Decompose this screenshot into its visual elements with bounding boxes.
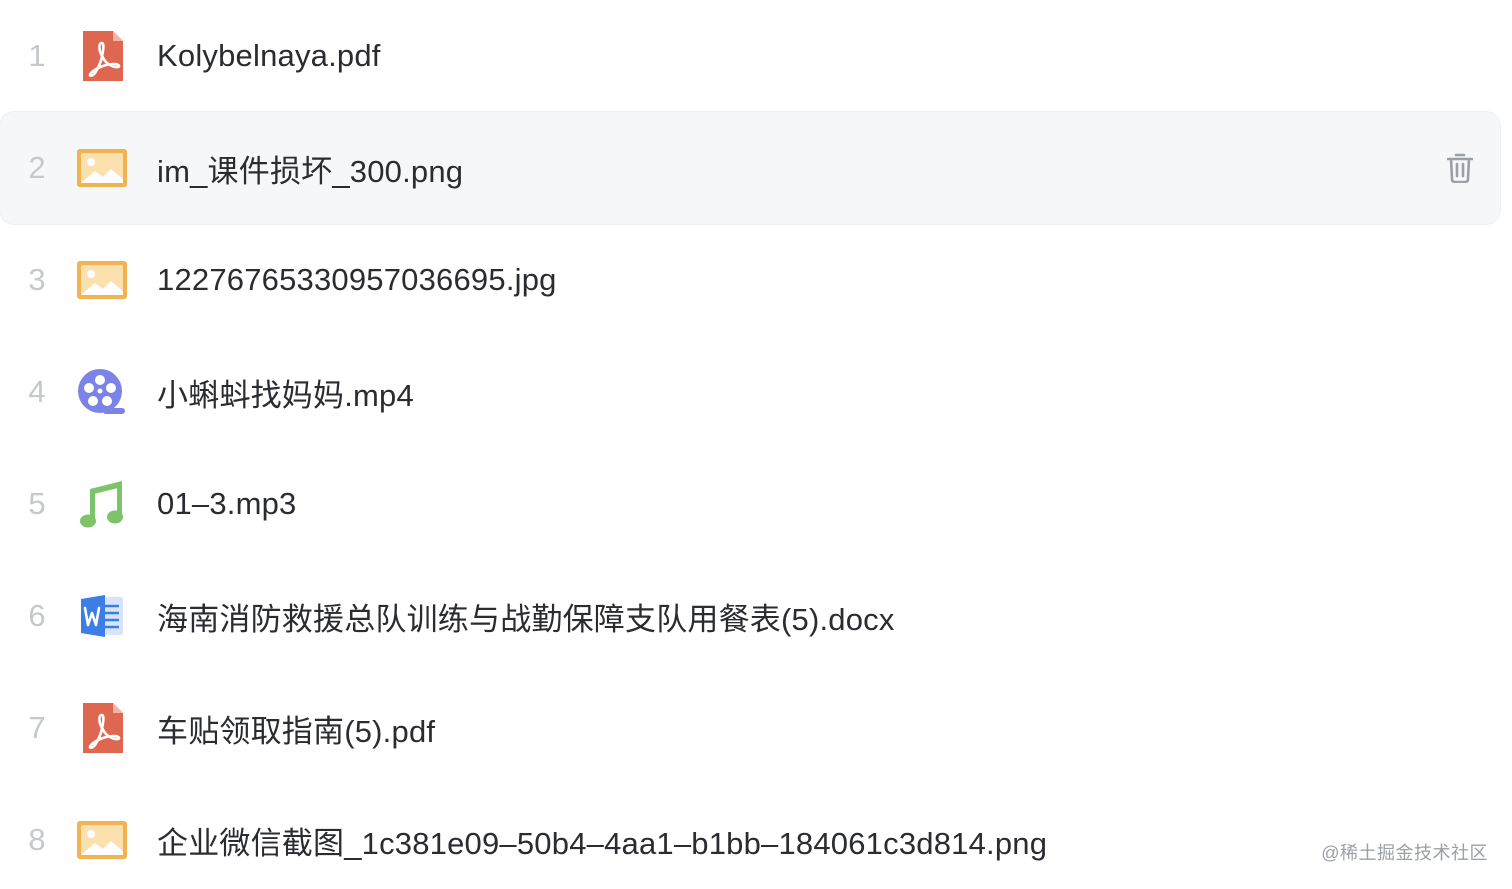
pdf-icon [76,702,128,754]
row-index: 1 [28,38,46,73]
row-index: 6 [28,598,46,633]
row-index: 3 [28,262,46,297]
pdf-icon [76,30,128,82]
file-row[interactable]: 7 车贴领取指南(5).pdf [0,672,1500,784]
audio-icon [76,478,128,530]
row-index: 4 [28,374,46,409]
image-icon [76,142,128,194]
file-name: 海南消防救援总队训练与战勤保障支队用餐表(5).docx [157,601,895,637]
file-row[interactable]: 4 小蝌蚪找妈妈.mp4 [0,336,1500,448]
file-list: 1 Kolybelnaya.pdf 2 im_课件损坏_300.png 3 12… [0,0,1512,889]
file-name: 车贴领取指南(5).pdf [157,713,436,749]
file-name: 01–3.mp3 [157,486,297,521]
image-icon [76,814,128,866]
row-index: 8 [28,822,46,857]
row-index: 2 [28,150,46,185]
file-name: 小蝌蚪找妈妈.mp4 [157,377,414,413]
video-icon [76,366,128,418]
file-name: im_课件损坏_300.png [157,153,464,189]
file-row[interactable]: 6 海南消防救援总队训练与战勤保障支队用餐表(5).docx [0,560,1500,672]
file-row[interactable]: 3 12276765330957036695.jpg [0,224,1500,336]
file-name: 企业微信截图_1c381e09–50b4–4aa1–b1bb–184061c3d… [157,825,1048,861]
file-name: Kolybelnaya.pdf [157,38,381,73]
file-name: 12276765330957036695.jpg [157,262,557,297]
delete-icon[interactable] [1442,150,1478,186]
word-icon [76,590,128,642]
row-index: 7 [28,710,46,745]
file-row[interactable]: 5 01–3.mp3 [0,448,1500,560]
file-row[interactable]: 8 企业微信截图_1c381e09–50b4–4aa1–b1bb–184061c… [0,784,1500,889]
row-index: 5 [28,486,46,521]
file-row[interactable]: 1 Kolybelnaya.pdf [0,0,1500,112]
watermark: @稀土掘金技术社区 [1321,843,1488,863]
image-icon [76,254,128,306]
file-row[interactable]: 2 im_课件损坏_300.png [0,112,1500,224]
